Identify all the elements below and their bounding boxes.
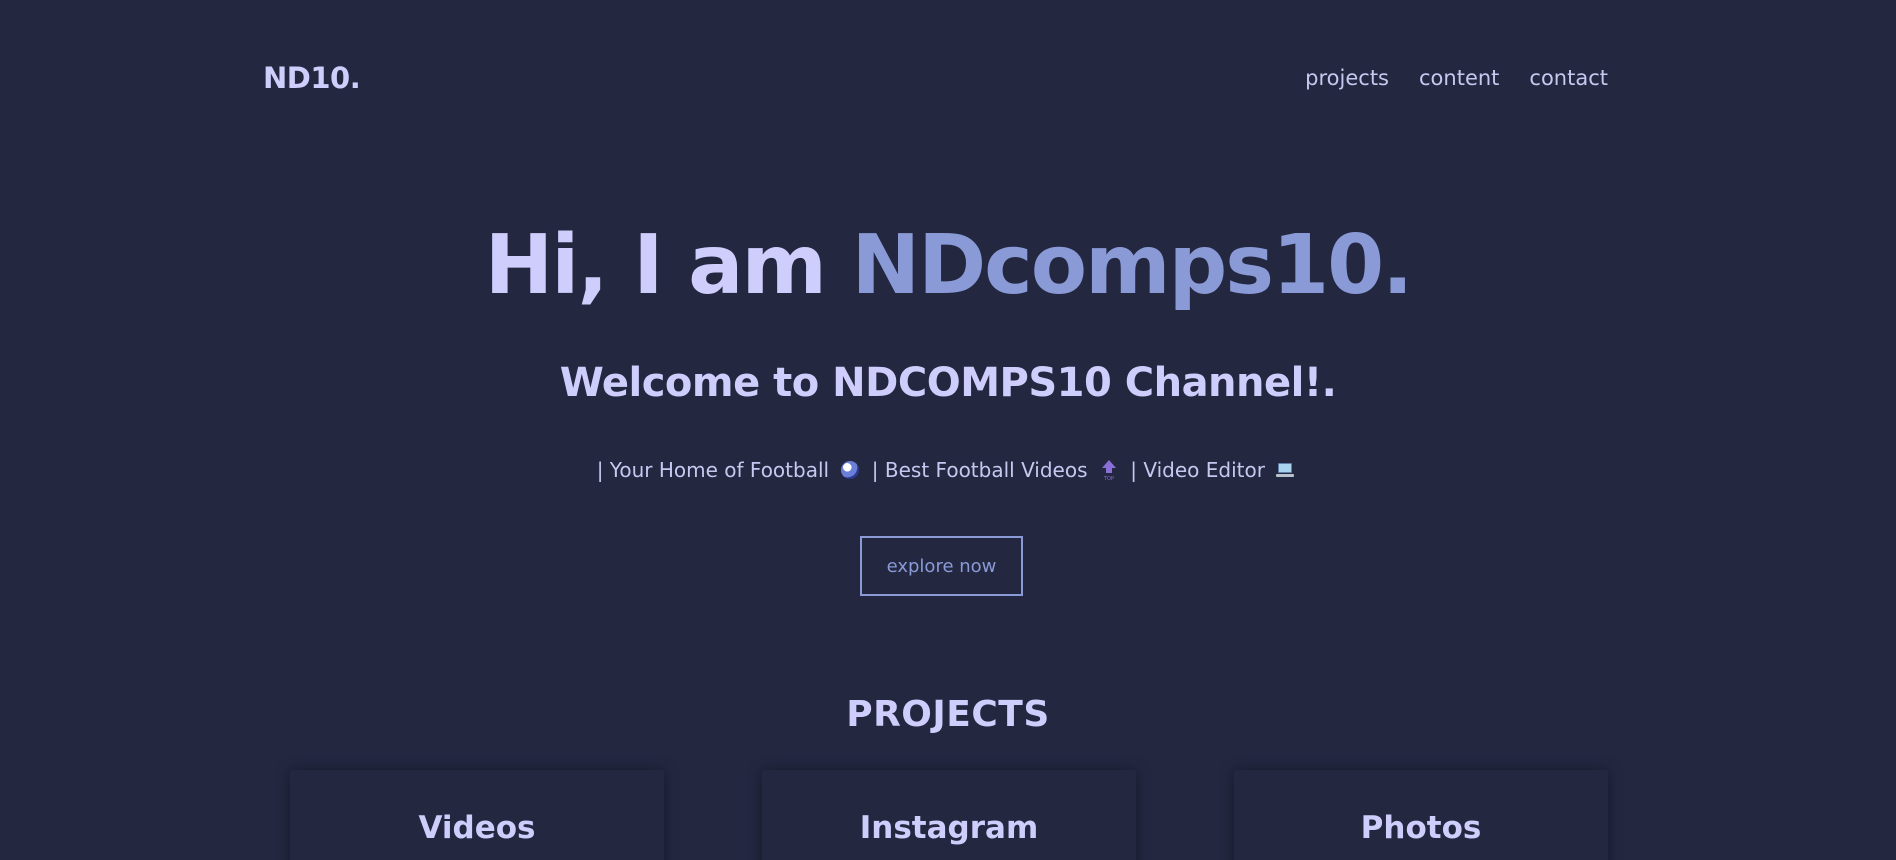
soccer-ball-icon [841,461,860,479]
nav-link-content[interactable]: content [1419,66,1499,90]
project-card-photos[interactable]: Photos [1234,770,1608,860]
nav-link-projects[interactable]: projects [1305,66,1389,90]
project-card-instagram[interactable]: Instagram [762,770,1136,860]
top-arrow-icon: TOP [1101,460,1116,481]
tagline-part-3: | Video Editor [1130,458,1265,482]
hero-title-lead: Hi, I am [484,218,852,313]
nav-links: projects content contact [1305,66,1608,90]
hero-title: Hi, I am NDcomps10. [0,216,1896,316]
project-card-videos[interactable]: Videos [290,770,664,860]
project-card-title: Instagram [859,810,1039,846]
tagline-part-1: | Your Home of Football [596,458,830,482]
hero-title-name: NDcomps10. [851,218,1413,313]
tagline-part-2: | Best Football Videos [871,458,1088,482]
project-card-title: Videos [418,810,536,846]
top-nav: ND10. projects content contact [263,58,1608,98]
svg-text:TOP: TOP [1103,476,1114,481]
laptop-icon [1276,463,1295,477]
explore-now-button[interactable]: explore now [860,536,1023,596]
project-card-title: Photos [1360,810,1482,846]
hero-subtitle: Welcome to NDCOMPS10 Channel!. [559,360,1337,406]
hero-tagline: | Your Home of Football | Best Football … [0,458,1896,482]
site-logo[interactable]: ND10. [263,61,361,95]
page: ND10. projects content contact Hi, I am … [0,0,1896,860]
nav-link-contact[interactable]: contact [1529,66,1608,90]
projects-heading: PROJECTS [846,694,1050,735]
